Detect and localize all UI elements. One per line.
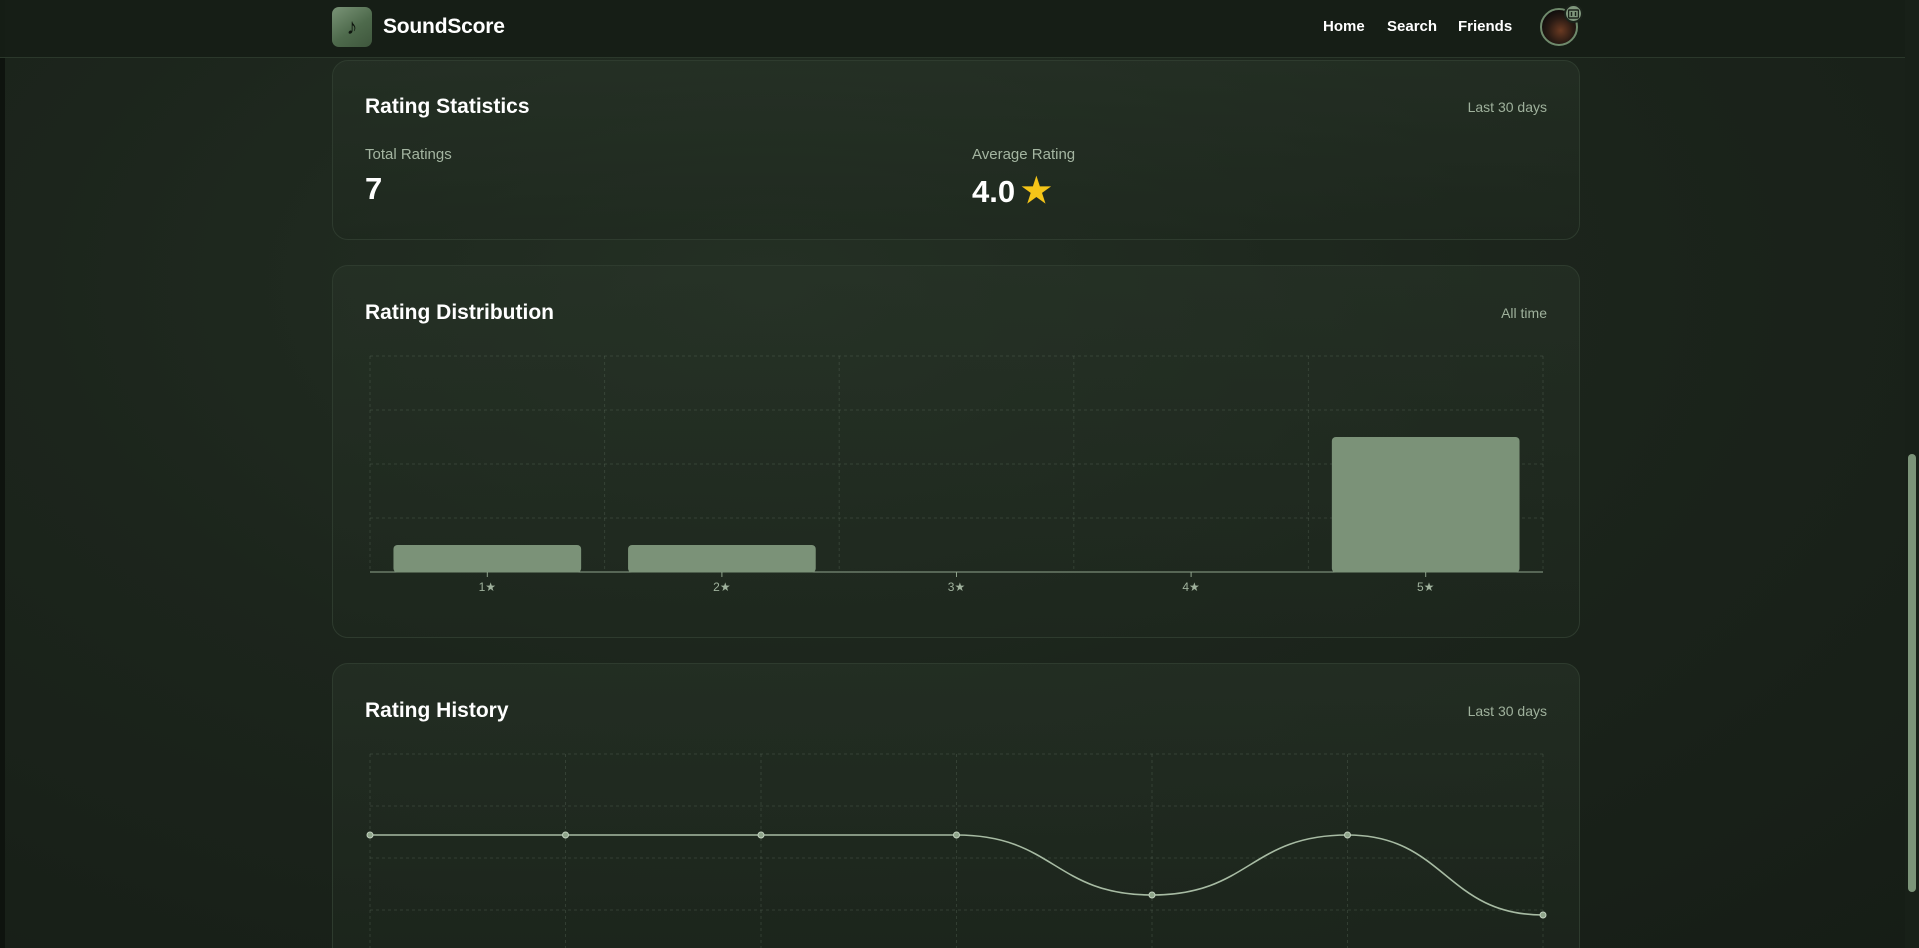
x-tick-label: 4★: [1182, 580, 1199, 594]
total-ratings-label: Total Ratings: [365, 146, 452, 163]
data-point-3: [757, 831, 765, 839]
x-tick-label: 5★: [1417, 580, 1434, 594]
logo[interactable]: ♪: [332, 7, 372, 47]
notification-badge[interactable]: [1564, 4, 1583, 23]
x-tick-label: 3★: [948, 580, 965, 594]
x-tick-label: 2★: [713, 580, 730, 594]
star-icon: ★: [1021, 172, 1052, 210]
inbox-icon: [1568, 8, 1579, 19]
average-rating-number: 4.0: [972, 174, 1016, 209]
total-ratings-value: 7: [365, 171, 383, 206]
rating-distribution-card: Rating Distribution All time 1★ 2★ 3★ 4★ 5★: [332, 265, 1580, 638]
rating-history-card: Rating History Last 30 days: [332, 663, 1580, 948]
nav-friends-link[interactable]: Friends: [1458, 18, 1512, 35]
card-title: Rating Statistics: [365, 95, 530, 118]
data-point-7: [1539, 911, 1547, 919]
data-point-6: [1344, 831, 1351, 839]
music-note-icon: ♪: [346, 14, 358, 39]
scrollbar-thumb[interactable]: [1908, 454, 1916, 892]
bar-5-star: [1331, 437, 1520, 573]
window-edge: [0, 0, 5, 948]
average-rating-value: 4.0 ★: [972, 171, 1052, 211]
range-label: Last 30 days: [1467, 99, 1547, 115]
bar-1-star: [393, 545, 582, 573]
rating-distribution-chart: 1★ 2★ 3★ 4★ 5★: [369, 355, 1544, 594]
rating-statistics-card: Rating Statistics Last 30 days Total Rat…: [332, 60, 1580, 240]
data-point-2: [562, 831, 569, 839]
average-rating-label: Average Rating: [972, 146, 1076, 163]
x-tick-label: 1★: [479, 580, 496, 594]
rating-history-chart: [366, 753, 1547, 948]
data-point-4: [953, 831, 960, 839]
bar-2-star: [628, 545, 816, 573]
top-navbar: ♪ SoundScore Home Search Friends: [0, 0, 1905, 58]
data-point-5: [1148, 891, 1156, 899]
data-point-1: [366, 831, 374, 839]
nav-search-link[interactable]: Search: [1387, 18, 1437, 35]
nav-home-link[interactable]: Home: [1323, 18, 1365, 35]
brand-name[interactable]: SoundScore: [383, 15, 505, 39]
